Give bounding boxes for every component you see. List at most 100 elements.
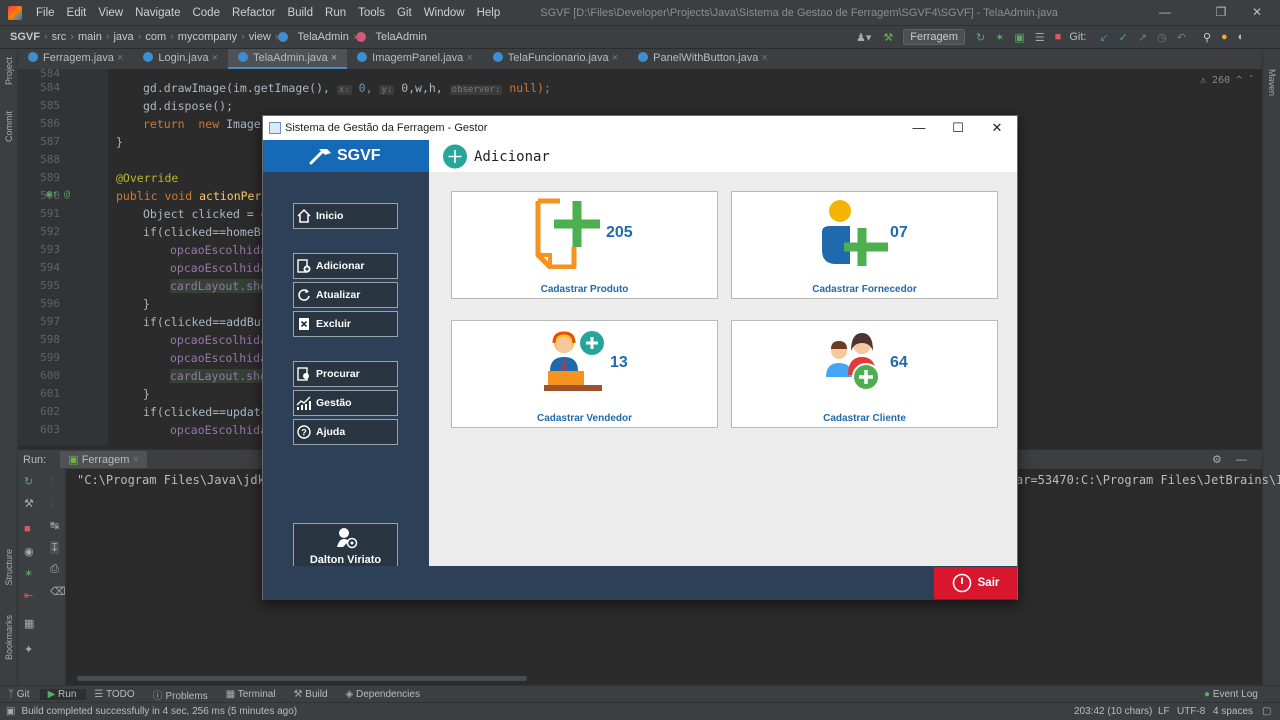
- tooltab-run[interactable]: ▶ Run: [39, 688, 87, 700]
- lock-icon[interactable]: ▢: [1262, 706, 1271, 717]
- git-rollback-icon[interactable]: ↶: [1177, 31, 1186, 44]
- nav-ajuda-button[interactable]: ? Ajuda: [293, 419, 398, 445]
- menu-run[interactable]: Run: [319, 7, 352, 19]
- card-cadastrar-cliente[interactable]: 64 Cadastrar Cliente: [731, 320, 998, 428]
- status-position[interactable]: 203:42 (10 chars): [1074, 706, 1152, 717]
- breadcrumb-class[interactable]: TelaAdmin: [293, 31, 352, 43]
- menu-file[interactable]: File: [30, 7, 61, 19]
- search-everywhere-icon[interactable]: ⚲: [1203, 31, 1211, 44]
- delete-icon: [296, 316, 312, 332]
- wrench-icon[interactable]: ⚒: [24, 497, 34, 510]
- git-commit-icon[interactable]: ✓: [1119, 31, 1128, 44]
- user-icon[interactable]: ♟▾: [856, 31, 871, 44]
- debug-icon[interactable]: ✶: [995, 31, 1004, 44]
- breadcrumb-java[interactable]: java: [109, 31, 137, 43]
- nav-inicio-button[interactable]: Inicio: [293, 203, 398, 229]
- coverage-icon[interactable]: ▣: [1014, 31, 1024, 44]
- breadcrumb-com[interactable]: com: [141, 31, 170, 43]
- print-icon[interactable]: ⎙: [50, 563, 59, 576]
- profile-icon[interactable]: ☰: [1035, 31, 1045, 44]
- tab-panelwithbutton[interactable]: PanelWithButton.java ×: [628, 49, 778, 69]
- update-notice-icon[interactable]: ●: [1221, 31, 1228, 43]
- tab-telafuncionario[interactable]: TelaFuncionario.java ×: [483, 49, 628, 69]
- card-cadastrar-fornecedor[interactable]: 07 Cadastrar Fornecedor: [731, 191, 998, 299]
- exit-button[interactable]: Sair: [934, 567, 1017, 599]
- tooltab-terminal[interactable]: ▦ Terminal: [218, 689, 286, 700]
- app-maximize-icon[interactable]: ☐: [938, 116, 978, 140]
- run-tab-ferragem[interactable]: ▣ Ferragem ×: [60, 451, 147, 468]
- git-history-icon[interactable]: ◷: [1157, 31, 1167, 44]
- tab-login[interactable]: Login.java ×: [133, 49, 228, 69]
- status-message[interactable]: Build completed successfully in 4 sec, 2…: [21, 706, 297, 717]
- breadcrumb-main[interactable]: main: [74, 31, 106, 43]
- nav-gestao-button[interactable]: Gestão: [293, 390, 398, 416]
- scroll-up-icon[interactable]: ↑: [50, 475, 56, 487]
- tool-bookmarks[interactable]: Bookmarks: [4, 615, 14, 660]
- run-settings-icon[interactable]: ⚙: [1212, 453, 1222, 466]
- menu-help[interactable]: Help: [471, 7, 507, 19]
- menu-code[interactable]: Code: [186, 7, 226, 19]
- tooltab-todo[interactable]: ☰ TODO: [86, 689, 144, 700]
- camera-icon[interactable]: ◉: [24, 545, 34, 558]
- nav-excluir-button[interactable]: Excluir: [293, 311, 398, 337]
- scroll-to-end-icon[interactable]: ↧: [50, 541, 60, 554]
- menu-view[interactable]: View: [92, 7, 129, 19]
- tab-teladmin[interactable]: TelaAdmin.java ×: [228, 49, 348, 69]
- ide-minimize-icon[interactable]: —: [1142, 0, 1188, 25]
- menu-tools[interactable]: Tools: [352, 7, 391, 19]
- ide-close-icon[interactable]: ✕: [1234, 0, 1280, 25]
- tab-ferragem[interactable]: Ferragem.java ×: [18, 49, 133, 69]
- soft-wrap-icon[interactable]: ↹: [50, 519, 59, 532]
- tool-structure[interactable]: Structure: [4, 549, 14, 586]
- hammer-icon[interactable]: ⚒: [883, 31, 893, 44]
- debug-bug-icon[interactable]: ✶: [24, 567, 33, 580]
- breadcrumb-mycompany[interactable]: mycompany: [174, 31, 241, 43]
- card-cadastrar-produto[interactable]: 205 Cadastrar Produto: [451, 191, 718, 299]
- breadcrumb-src[interactable]: src: [48, 31, 71, 43]
- run-hide-icon[interactable]: —: [1236, 454, 1247, 466]
- tooltab-dependencies[interactable]: ◈ Dependencies: [338, 689, 430, 700]
- app-close-icon[interactable]: ✕: [977, 116, 1017, 140]
- menu-git[interactable]: Git: [391, 7, 418, 19]
- nav-atualizar-button[interactable]: Atualizar: [293, 282, 398, 308]
- breadcrumb-view[interactable]: view: [245, 31, 275, 43]
- override-gutter-icon[interactable]: ◉↑ @: [46, 189, 70, 200]
- tool-maven[interactable]: Maven: [1267, 69, 1277, 96]
- breadcrumb-member[interactable]: TelaAdmin: [371, 31, 430, 43]
- menu-refactor[interactable]: Refactor: [226, 7, 281, 19]
- stop-run-icon[interactable]: ■: [24, 523, 31, 535]
- layout-icon[interactable]: ▦: [24, 617, 34, 630]
- stop-icon[interactable]: ■: [1055, 31, 1062, 43]
- git-push-icon[interactable]: ↗: [1138, 31, 1147, 44]
- exit-run-icon[interactable]: ⇤: [24, 589, 33, 602]
- git-update-icon[interactable]: ↙: [1099, 31, 1108, 44]
- tooltab-event-log[interactable]: ● Event Log: [1196, 689, 1268, 700]
- menu-edit[interactable]: Edit: [61, 7, 93, 19]
- app-minimize-icon[interactable]: —: [899, 116, 939, 140]
- status-encoding[interactable]: UTF-8: [1177, 706, 1205, 717]
- status-indent[interactable]: 4 spaces: [1213, 706, 1253, 717]
- card-cadastrar-vendedor[interactable]: 13 Cadastrar Vendedor: [451, 320, 718, 428]
- breadcrumb-project[interactable]: SGVF: [0, 31, 44, 43]
- tab-imagempanel[interactable]: ImagemPanel.java ×: [347, 49, 483, 69]
- tool-project[interactable]: Project: [4, 57, 14, 85]
- menu-navigate[interactable]: Navigate: [129, 7, 186, 19]
- tool-commit[interactable]: Commit: [4, 111, 14, 142]
- menu-window[interactable]: Window: [418, 7, 471, 19]
- pin-icon[interactable]: ✦: [24, 643, 33, 656]
- scroll-down-icon[interactable]: ↓: [50, 497, 56, 509]
- menu-build[interactable]: Build: [281, 7, 319, 19]
- inspection-widget[interactable]: ⚠ 260 ^ ˇ: [1200, 75, 1254, 86]
- nav-procurar-button[interactable]: Procurar: [293, 361, 398, 387]
- console-hscrollbar[interactable]: [77, 676, 527, 681]
- tooltab-build[interactable]: ⚒ Build: [286, 689, 338, 700]
- rerun-icon[interactable]: ↻: [24, 475, 33, 488]
- nav-adicionar-button[interactable]: Adicionar: [293, 253, 398, 279]
- trash-icon[interactable]: ⌫: [50, 585, 66, 598]
- status-line-ending[interactable]: LF: [1158, 706, 1170, 717]
- run-config-select[interactable]: Ferragem: [903, 29, 965, 45]
- run-icon[interactable]: ↻: [976, 31, 985, 44]
- status-icon[interactable]: ▣: [6, 706, 15, 717]
- tooltab-problems[interactable]: ⓘ Problems: [145, 687, 218, 702]
- tooltab-git[interactable]: ᛉ Git: [0, 689, 40, 700]
